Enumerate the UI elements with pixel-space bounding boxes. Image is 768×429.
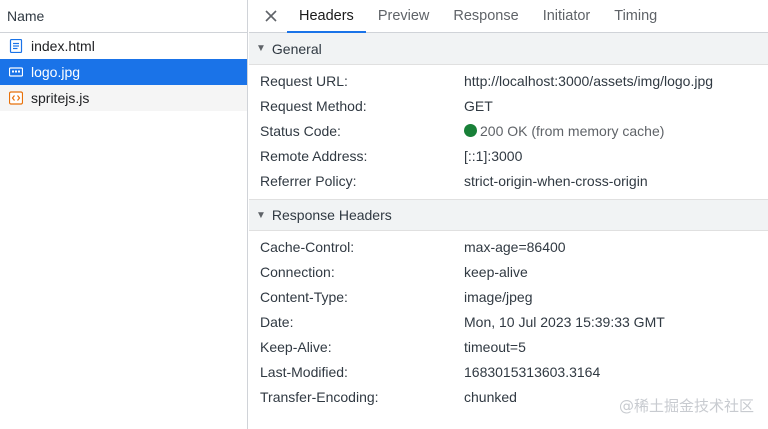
header-value: Mon, 10 Jul 2023 15:39:33 GMT — [464, 313, 665, 330]
section-title: Response Headers — [271, 207, 392, 223]
header-value: http://localhost:3000/assets/img/logo.jp… — [464, 72, 714, 89]
collapse-triangle-icon: ▼ — [256, 43, 266, 54]
name-column-header[interactable]: Name — [0, 0, 247, 33]
header-key: Status Code: — [260, 122, 341, 139]
response-header-row: Last-Modified: 1683015313603.3164 — [249, 359, 768, 384]
header-value: GET — [464, 97, 493, 114]
document-icon — [9, 39, 23, 53]
response-header-row: Content-Type: image/jpeg — [249, 284, 768, 309]
response-header-row: Connection: keep-alive — [249, 259, 768, 284]
general-section-toggle[interactable]: ▼ General — [249, 33, 768, 65]
header-value: timeout=5 — [464, 338, 526, 355]
header-value: chunked — [464, 388, 517, 405]
remote-address-row: Remote Address: [::1]:3000 — [249, 143, 768, 168]
header-value: 1683015313603.3164 — [464, 363, 601, 380]
header-value: strict-origin-when-cross-origin — [464, 172, 648, 189]
response-header-row: Keep-Alive: timeout=5 — [249, 334, 768, 359]
close-icon — [265, 10, 277, 22]
status-code-row: Status Code: 200 OK (from memory cache) — [249, 118, 768, 143]
header-key: Request Method: — [260, 97, 367, 114]
header-key: Last-Modified: — [260, 363, 348, 380]
header-value: 200 OK (from memory cache) — [480, 122, 665, 139]
request-details-panel: Headers Preview Response Initiator Timin… — [249, 0, 768, 429]
close-button[interactable] — [261, 0, 281, 32]
header-key: Request URL: — [260, 72, 348, 89]
tab-initiator[interactable]: Initiator — [531, 0, 603, 32]
response-headers-toggle[interactable]: ▼ Response Headers — [249, 199, 768, 231]
request-method-row: Request Method: GET — [249, 93, 768, 118]
general-section: ▼ General Request URL: http://localhost:… — [249, 33, 768, 199]
collapse-triangle-icon: ▼ — [256, 209, 266, 221]
header-value: keep-alive — [464, 263, 528, 280]
status-dot-icon — [464, 123, 477, 137]
referrer-policy-row: Referrer Policy: strict-origin-when-cros… — [249, 168, 768, 193]
image-icon — [9, 65, 23, 79]
file-name: logo.jpg — [31, 64, 81, 80]
section-title: General — [271, 40, 322, 57]
header-value: image/jpeg — [464, 288, 533, 305]
header-value: max-age=86400 — [464, 238, 566, 255]
header-value: [::1]:3000 — [464, 147, 523, 164]
request-url-row: Request URL: http://localhost:3000/asset… — [249, 68, 768, 93]
file-row-spritejs-js[interactable]: spritejs.js — [0, 85, 247, 111]
header-key: Content-Type: — [260, 288, 348, 305]
response-header-row: Date: Mon, 10 Jul 2023 15:39:33 GMT — [249, 309, 768, 334]
file-name: spritejs.js — [31, 90, 90, 106]
tab-preview[interactable]: Preview — [366, 0, 442, 32]
file-list-panel: Name index.html logo.jpg spritejs.js — [0, 0, 248, 429]
header-key: Referrer Policy: — [260, 172, 357, 189]
header-key: Keep-Alive: — [260, 338, 332, 355]
tab-headers[interactable]: Headers — [287, 0, 366, 33]
header-key: Date: — [260, 313, 294, 330]
tab-timing[interactable]: Timing — [602, 0, 669, 32]
tab-response[interactable]: Response — [441, 0, 530, 32]
file-name: index.html — [31, 38, 95, 54]
details-tab-bar: Headers Preview Response Initiator Timin… — [249, 0, 768, 33]
header-key: Remote Address: — [260, 147, 368, 164]
header-key: Transfer-Encoding: — [260, 388, 379, 405]
file-row-index-html[interactable]: index.html — [0, 33, 247, 59]
response-headers-section: ▼ Response Headers Cache-Control: max-ag… — [249, 199, 768, 409]
script-icon — [9, 91, 23, 105]
file-row-logo-jpg[interactable]: logo.jpg — [0, 59, 247, 85]
watermark: @稀土掘金技术社区 — [618, 397, 754, 415]
header-key: Connection: — [260, 263, 335, 280]
response-header-row: Cache-Control: max-age=86400 — [249, 234, 768, 259]
header-key: Cache-Control: — [260, 238, 355, 255]
